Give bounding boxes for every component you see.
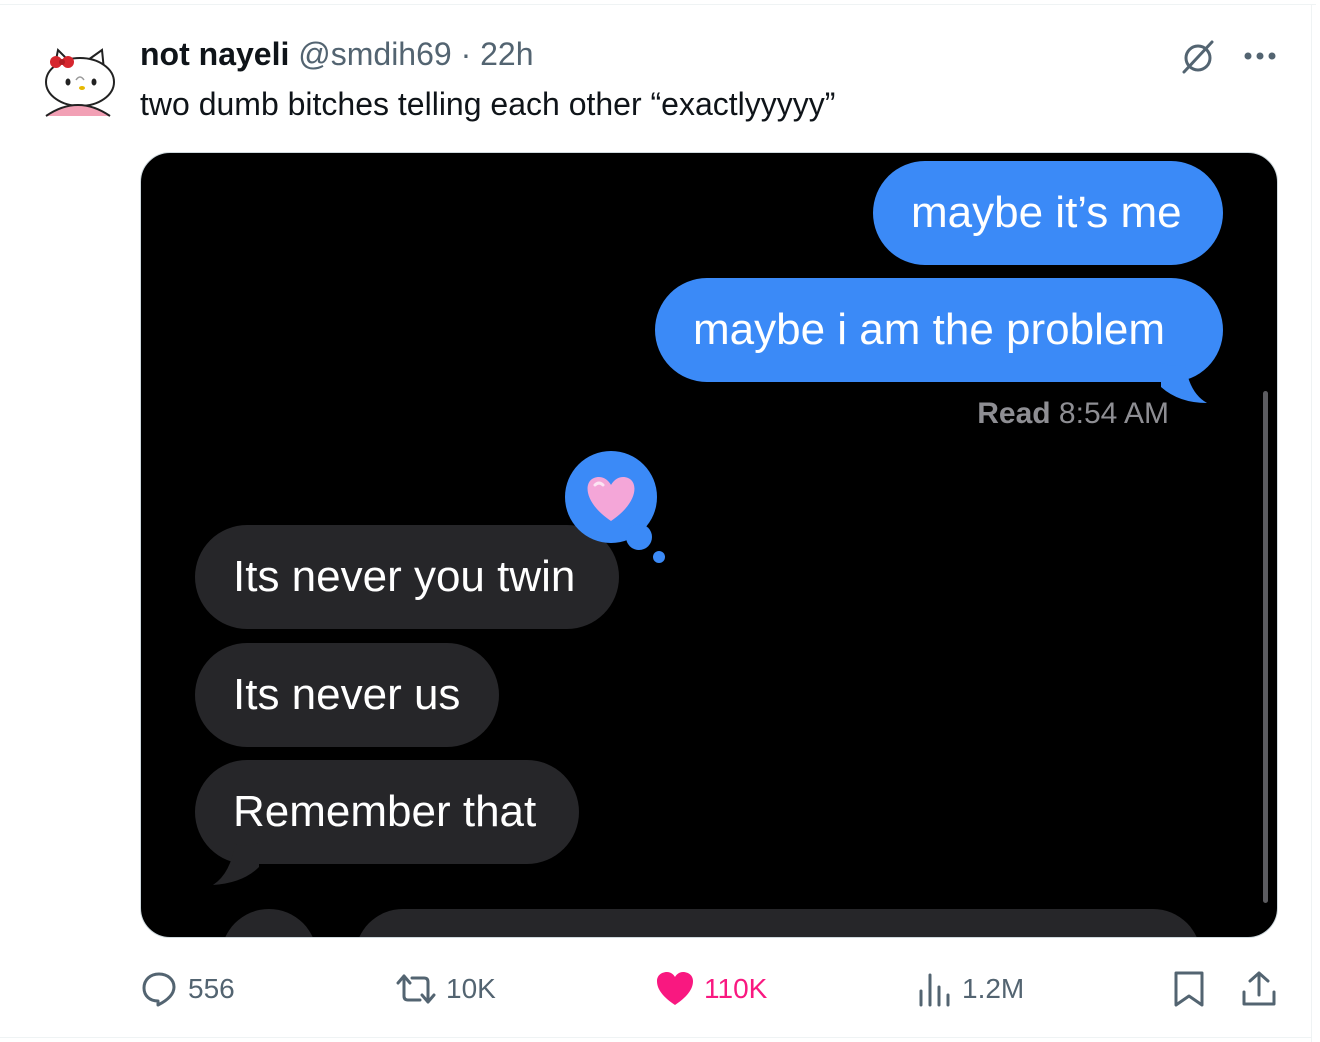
like-button[interactable]: 110K bbox=[656, 962, 767, 1016]
separator-dot: · bbox=[460, 36, 472, 72]
bookmark-button[interactable] bbox=[1172, 962, 1206, 1016]
divider-right bbox=[1311, 4, 1312, 1042]
reply-icon bbox=[142, 972, 176, 1007]
action-bar: 556 10K 110K 1.2M bbox=[0, 962, 1316, 1016]
read-time: 8:54 AM bbox=[1058, 397, 1169, 430]
message-received: Its never us bbox=[195, 643, 499, 747]
message-received: Its never you twin bbox=[195, 525, 619, 629]
views-icon bbox=[919, 973, 950, 1007]
divider-bottom bbox=[0, 1037, 1312, 1038]
heart-reaction-icon bbox=[565, 451, 665, 563]
like-count: 110K bbox=[704, 973, 768, 1004]
read-label: Read bbox=[977, 397, 1051, 430]
scrollbar[interactable] bbox=[1263, 391, 1268, 903]
more-icon[interactable] bbox=[1238, 36, 1282, 76]
author-name[interactable]: not nayeli bbox=[140, 36, 289, 72]
tweet-header: not nayeli @smdih69 · 22h bbox=[140, 34, 534, 74]
partial-input-bar bbox=[355, 909, 1201, 937]
author-handle[interactable]: @smdih69 bbox=[298, 36, 451, 72]
divider-top bbox=[0, 4, 1316, 5]
share-icon bbox=[1242, 971, 1276, 1006]
share-button[interactable] bbox=[1240, 962, 1278, 1016]
bubble-tail bbox=[213, 843, 259, 885]
tweet-card[interactable]: not nayeli @smdih69 · 22h two dumb bitch… bbox=[0, 0, 1316, 1042]
views-button[interactable]: 1.2M bbox=[916, 962, 1024, 1016]
repost-count: 10K bbox=[446, 973, 496, 1004]
partial-avatar bbox=[221, 909, 317, 937]
tweet-text: two dumb bitches telling each other “exa… bbox=[140, 86, 836, 122]
repost-button[interactable]: 10K bbox=[396, 962, 496, 1016]
grok-icon[interactable] bbox=[1178, 36, 1218, 76]
avatar[interactable] bbox=[36, 40, 120, 124]
reply-count: 556 bbox=[188, 973, 235, 1004]
message-sent: maybe it’s me bbox=[873, 161, 1223, 265]
repost-icon bbox=[396, 974, 436, 1004]
tweet-time[interactable]: 22h bbox=[480, 36, 533, 72]
reply-button[interactable]: 556 bbox=[140, 962, 235, 1016]
view-count: 1.2M bbox=[962, 973, 1025, 1004]
like-icon bbox=[657, 972, 693, 1005]
read-receipt: Read 8:54 AM bbox=[977, 397, 1169, 431]
message-sent: maybe i am the problem bbox=[655, 278, 1223, 382]
bookmark-icon bbox=[1174, 971, 1204, 1007]
tweet-media[interactable]: maybe it’s me maybe i am the problem Rea… bbox=[140, 152, 1278, 938]
